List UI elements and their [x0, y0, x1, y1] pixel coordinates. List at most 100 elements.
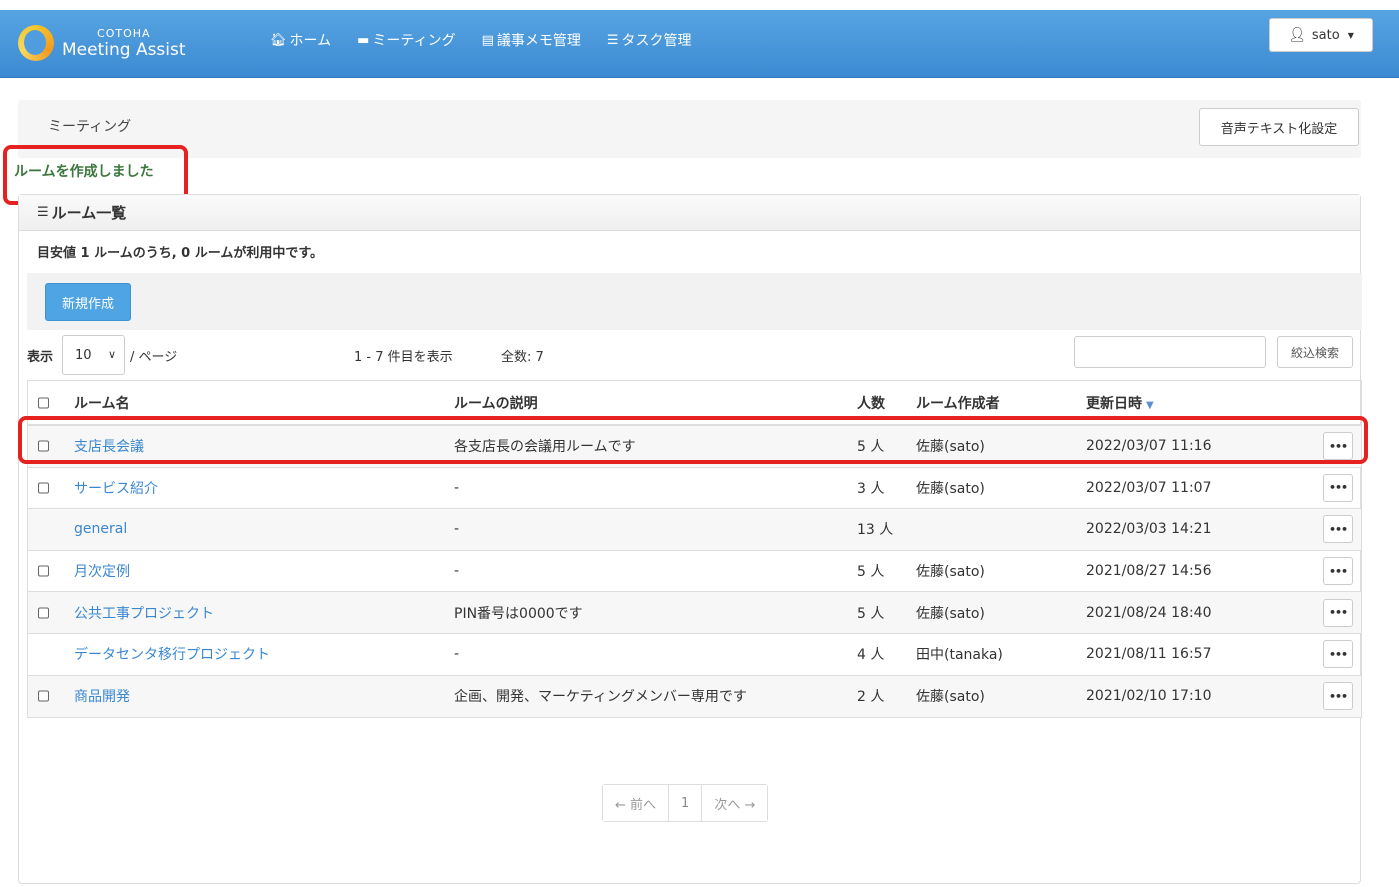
row-checkbox[interactable]	[38, 482, 49, 494]
room-name-link[interactable]: 商品開発	[74, 686, 130, 706]
room-name-link[interactable]: general	[74, 521, 127, 537]
brand-text: COTOHA Meeting Assist	[62, 28, 186, 59]
more-options-button[interactable]: •••	[1323, 515, 1353, 544]
header-room-desc: ルームの説明	[454, 395, 538, 412]
row-checkbox[interactable]	[38, 607, 49, 619]
navbar-bar: COTOHA Meeting Assist 🏠︎ ホーム ▬ ミーティング ▤ …	[0, 10, 1399, 78]
room-desc: -	[454, 563, 460, 580]
caret-down-icon: ▼	[1347, 30, 1354, 40]
prev-page-button[interactable]: ← 前へ	[603, 785, 670, 821]
nav-tasks-label: タスク管理	[621, 33, 692, 49]
create-room-button[interactable]: 新規作成	[45, 283, 131, 321]
nav-minutes-label: 議事メモ管理	[496, 33, 581, 49]
more-options-button[interactable]: •••	[1323, 640, 1353, 669]
list-alt-icon: ▤	[481, 32, 494, 48]
highlight-box-row	[18, 416, 1368, 464]
member-count: 13 人	[857, 522, 894, 539]
show-label: 表示	[27, 350, 54, 365]
room-creator: 佐藤(sato)	[916, 689, 985, 706]
more-options-button[interactable]: •••	[1323, 682, 1353, 711]
updated-at: 2021/08/24 18:40	[1086, 604, 1212, 621]
filter-search-button[interactable]: 絞込検索	[1277, 336, 1353, 368]
breadcrumb: ミーティング 音声テキスト化設定	[18, 100, 1361, 158]
search-input[interactable]	[1074, 336, 1266, 368]
more-options-button[interactable]: •••	[1323, 473, 1353, 502]
current-page[interactable]: 1	[669, 785, 703, 821]
updated-at: 2021/02/10 17:10	[1086, 688, 1212, 705]
table-row: サービス紹介 - 3 人 佐藤(sato) 2022/03/07 11:07 •…	[28, 468, 1361, 510]
room-creator: 田中(tanaka)	[916, 647, 1003, 664]
nav-meeting-label: ミーティング	[372, 33, 456, 49]
select-all-checkbox[interactable]	[38, 397, 49, 408]
panel-title-text: ルーム一覧	[51, 204, 127, 222]
member-count: 3 人	[857, 480, 885, 497]
room-name-link[interactable]: 公共工事プロジェクト	[74, 603, 214, 623]
header-member-count: 人数	[857, 395, 885, 412]
table-row: データセンタ移行プロジェクト - 4 人 田中(tanaka) 2021/08/…	[28, 634, 1361, 676]
tasks-icon: ☰	[606, 32, 619, 48]
per-page-value: 10	[75, 347, 92, 363]
table-row: general - 13 人 2022/03/03 14:21 •••	[28, 509, 1361, 551]
chevron-down-icon: ∨	[107, 348, 116, 361]
tasks-icon: ☰	[37, 205, 49, 220]
room-list-panel: ☰ ルーム一覧 目安値 1 ルームのうち, 0 ルームが利用中です。 新規作成 …	[18, 194, 1362, 884]
user-name: sato	[1311, 27, 1340, 43]
table-row: 月次定例 - 5 人 佐藤(sato) 2021/08/27 14:56 •••	[28, 551, 1361, 593]
main-nav: 🏠︎ ホーム ▬ ミーティング ▤ 議事メモ管理 ☰ タスク管理	[270, 20, 718, 60]
more-options-button[interactable]: •••	[1323, 598, 1353, 627]
table-row: 公共工事プロジェクト PIN番号は0000です 5 人 佐藤(sato) 202…	[28, 592, 1361, 634]
room-name-link[interactable]: サービス紹介	[74, 478, 158, 498]
header-creator: ルーム作成者	[916, 395, 1000, 412]
brand-logo[interactable]: COTOHA Meeting Assist	[18, 18, 186, 68]
nav-minutes[interactable]: ▤ 議事メモ管理	[482, 30, 581, 50]
updated-at: 2021/08/11 16:57	[1086, 646, 1212, 663]
brand-top: COTOHA	[97, 26, 151, 40]
nav-home-label: ホーム	[289, 33, 332, 49]
room-desc: -	[454, 521, 460, 538]
header-room-name: ルーム名	[74, 395, 130, 412]
member-count: 4 人	[857, 647, 885, 664]
pagination: ← 前へ 1 次へ →	[602, 784, 769, 822]
total-count: 全数: 7	[501, 350, 544, 365]
more-options-button[interactable]: •••	[1323, 557, 1353, 586]
room-creator: 佐藤(sato)	[916, 605, 985, 622]
action-bar: 新規作成	[27, 273, 1362, 330]
table-controls: 表示 10 ∨ / ページ 1 - 7 件目を表示 全数: 7 絞込検索	[27, 335, 1362, 375]
panel-title: ☰ ルーム一覧	[37, 202, 126, 223]
logo-ring-icon	[18, 25, 54, 61]
row-checkbox[interactable]	[38, 690, 49, 702]
user-icon: 👤︎	[1288, 27, 1306, 43]
sort-desc-icon: ▼	[1146, 399, 1154, 411]
home-icon: 🏠︎	[270, 32, 287, 48]
room-creator: 佐藤(sato)	[916, 564, 985, 581]
updated-at: 2022/03/03 14:21	[1086, 521, 1212, 538]
panel-header: ☰ ルーム一覧	[19, 195, 1360, 231]
voice-text-settings-button[interactable]: 音声テキスト化設定	[1199, 108, 1359, 146]
row-checkbox[interactable]	[38, 565, 49, 577]
brand-bottom: Meeting Assist	[62, 39, 186, 60]
updated-at: 2022/03/07 11:07	[1086, 479, 1212, 496]
member-count: 5 人	[857, 605, 885, 622]
room-name-link[interactable]: 月次定例	[74, 561, 130, 581]
user-menu-button[interactable]: 👤︎ sato ▼	[1269, 18, 1373, 52]
room-desc: -	[454, 479, 460, 496]
per-page-select[interactable]: 10 ∨	[62, 335, 125, 375]
nav-tasks[interactable]: ☰ タスク管理	[607, 30, 692, 50]
range-text: 1 - 7 件目を表示	[354, 350, 453, 365]
room-desc: -	[454, 646, 460, 663]
table-row: 商品開発 企画、開発、マーケティングメンバー専用です 2 人 佐藤(sato) …	[28, 675, 1361, 718]
room-name-link[interactable]: データセンタ移行プロジェクト	[74, 644, 270, 664]
member-count: 5 人	[857, 564, 885, 581]
per-page-unit: / ページ	[130, 350, 178, 365]
room-desc: 企画、開発、マーケティングメンバー専用です	[454, 689, 747, 706]
next-page-button[interactable]: 次へ →	[702, 785, 768, 821]
room-creator: 佐藤(sato)	[916, 480, 985, 497]
nav-meeting[interactable]: ▬ ミーティング	[357, 30, 455, 50]
navbar: COTOHA Meeting Assist 🏠︎ ホーム ▬ ミーティング ▤ …	[0, 0, 1399, 80]
room-desc: PIN番号は0000です	[454, 605, 583, 622]
usage-summary: 目安値 1 ルームのうち, 0 ルームが利用中です。	[37, 246, 324, 261]
header-updated-label: 更新日時	[1086, 395, 1142, 412]
breadcrumb-title: ミーティング	[48, 119, 132, 135]
header-updated[interactable]: 更新日時 ▼	[1086, 393, 1154, 413]
nav-home[interactable]: 🏠︎ ホーム	[270, 30, 331, 50]
